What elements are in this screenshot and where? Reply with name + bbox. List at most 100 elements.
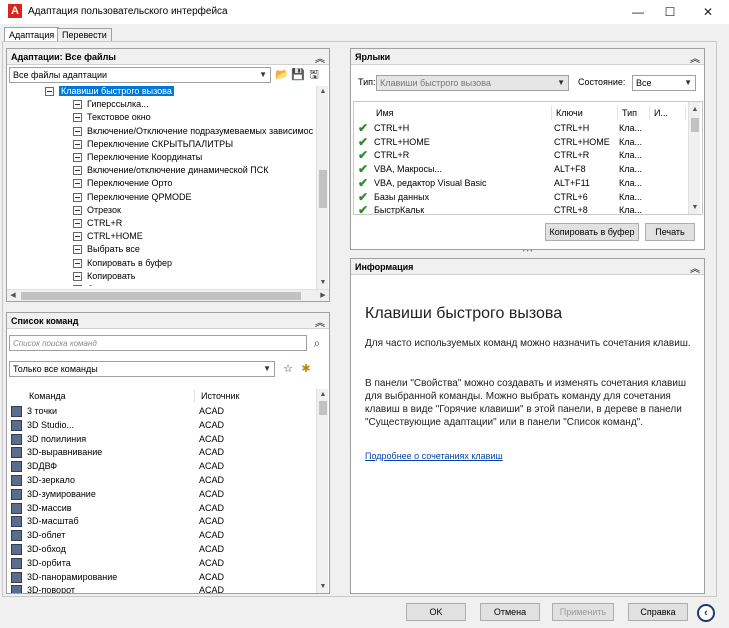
learn-more-link[interactable]: Подробнее о сочетаниях клавиш [365, 451, 503, 461]
command-name: 3D-зумирование [27, 488, 96, 499]
help-button[interactable]: Справка [628, 603, 688, 621]
scroll-down-icon[interactable]: ▼ [317, 581, 329, 593]
column-header-keys[interactable]: Ключи [552, 106, 618, 120]
scroll-right-icon[interactable]: ▶ [317, 290, 329, 302]
shortcut-keys: ALT+F11 [554, 177, 590, 188]
command-row[interactable]: 3D-масштаб ACAD [7, 515, 317, 529]
scroll-down-icon[interactable]: ▼ [317, 277, 329, 289]
column-header-name[interactable]: Имя [372, 106, 552, 120]
shortcuts-scrollbar[interactable]: ▲ ▼ [688, 102, 700, 214]
command-row[interactable]: 3D-облет ACAD [7, 529, 317, 543]
scroll-up-icon[interactable]: ▲ [317, 86, 329, 98]
new-command-icon[interactable]: ✱ [299, 362, 313, 376]
star-search-icon[interactable]: ☆ [281, 362, 295, 376]
minimize-button[interactable]: — [620, 2, 656, 22]
command-row[interactable]: 3D-зумирование ACAD [7, 488, 317, 502]
column-header-more[interactable]: И... [650, 106, 686, 120]
tree-item-label: Создать [87, 284, 121, 286]
shortcut-row[interactable]: ✔ VBA, редактор Visual Basic ALT+F11 Кла... [354, 175, 688, 191]
collapse-icon[interactable]: ︽ [690, 260, 700, 275]
scroll-thumb[interactable] [319, 170, 327, 208]
ok-button[interactable]: OK [406, 603, 466, 621]
command-name: 3D-панорамирование [27, 571, 118, 582]
search-icon[interactable]: ⌕ [310, 336, 324, 350]
tree-item-label: Отрезок [87, 204, 121, 215]
shortcuts-panel-header: Ярлыки ︽ [351, 49, 704, 65]
scroll-thumb[interactable] [691, 118, 699, 132]
command-row[interactable]: 3D-обход ACAD [7, 543, 317, 557]
command-node-icon [73, 258, 82, 268]
command-node-icon [73, 100, 82, 110]
command-icon [11, 447, 22, 459]
state-dropdown[interactable]: Все ▼ [632, 75, 696, 91]
command-row[interactable]: 3D-выравнивание ACAD [7, 446, 317, 460]
maximize-button[interactable]: ☐ [652, 2, 688, 22]
title-bar: A Адаптация пользовательского интерфейса… [0, 0, 729, 24]
chevron-down-icon: ▼ [263, 364, 271, 373]
copy-to-clipboard-button[interactable]: Копировать в буфер [545, 223, 639, 241]
shortcut-row[interactable]: ✔ CTRL+R CTRL+R Кла... [354, 148, 688, 163]
command-row[interactable]: 3D-орбита ACAD [7, 557, 317, 571]
shortcut-row[interactable]: ✔ VBA, Макросы... ALT+F8 Кла... [354, 162, 688, 177]
column-header-command[interactable]: Команда [25, 389, 195, 403]
type-dropdown[interactable]: Клавиши быстрого вызова ▼ [376, 75, 569, 91]
save-as-icon[interactable]: 🖫 [307, 68, 321, 82]
command-row[interactable]: 3D полилиния ACAD [7, 433, 317, 447]
collapse-window-icon[interactable]: ‹ [697, 604, 715, 622]
collapse-icon[interactable]: ︽ [690, 50, 700, 65]
apply-button[interactable]: Применить [552, 603, 614, 621]
close-button[interactable]: ✕ [690, 2, 726, 22]
scroll-down-icon[interactable]: ▼ [689, 202, 701, 214]
chevron-down-icon: ▼ [557, 78, 565, 87]
command-row[interactable]: 3D-массив ACAD [7, 502, 317, 516]
scroll-left-icon[interactable]: ◀ [7, 290, 19, 302]
collapse-icon[interactable]: ︽ [315, 314, 325, 329]
tree-horizontal-scrollbar[interactable]: ◀ ▶ [7, 289, 329, 301]
cancel-button[interactable]: Отмена [480, 603, 540, 621]
save-icon[interactable]: 💾 [291, 68, 305, 82]
customizations-panel: Адаптации: Все файлы ︽ Все файлы адаптац… [6, 48, 330, 302]
column-header-source[interactable]: Источник [197, 389, 317, 403]
command-filter-dropdown[interactable]: Только все команды ▼ [9, 361, 275, 377]
print-button[interactable]: Печать [645, 223, 695, 241]
command-row[interactable]: 3D-зеркало ACAD [7, 474, 317, 488]
command-list-scrollbar[interactable]: ▲ ▼ [316, 389, 328, 593]
shortcut-name: БыстрКальк [374, 205, 425, 214]
command-row[interactable]: 3D-панорамирование ACAD [7, 571, 317, 585]
tree-item-label: Гиперссылка... [87, 99, 149, 110]
command-node-icon [73, 192, 82, 202]
scroll-thumb[interactable] [319, 401, 327, 415]
column-header-type[interactable]: Тип [618, 106, 650, 120]
command-search-input[interactable] [10, 336, 306, 350]
command-name: 3D-обход [27, 544, 66, 554]
checkmark-icon: ✔ [358, 175, 369, 190]
command-row[interactable]: 3D Studio... ACAD [7, 419, 317, 433]
command-row[interactable]: 3 точки ACAD [7, 405, 317, 419]
command-row[interactable]: 3DДВФ ACAD [7, 460, 317, 474]
shortcut-row[interactable]: ✔ CTRL+H CTRL+H Кла... [354, 122, 688, 136]
tab-transfer[interactable]: Перевести [57, 28, 112, 42]
command-node-icon [73, 271, 82, 281]
info-heading: Клавиши быстрого вызова [365, 305, 563, 322]
command-source: ACAD [199, 571, 225, 582]
command-row[interactable]: 3D-поворот ACAD [7, 584, 317, 593]
information-panel-title: Информация [355, 262, 414, 272]
tree-vertical-scrollbar[interactable]: ▲ ▼ [316, 86, 328, 289]
shortcut-keys: CTRL+6 [554, 191, 588, 202]
scroll-thumb[interactable] [21, 292, 301, 300]
scroll-up-icon[interactable]: ▲ [689, 104, 701, 116]
command-icon [11, 557, 22, 569]
panel-splitter[interactable]: • • • [350, 249, 705, 255]
chevron-down-icon: ▼ [684, 78, 692, 87]
shortcut-row[interactable]: ✔ Базы данных CTRL+6 Кла... [354, 190, 688, 205]
open-file-icon[interactable]: 📂 [275, 68, 289, 82]
expand-icon[interactable] [45, 87, 54, 96]
shortcut-row[interactable]: ✔ CTRL+HOME CTRL+HOME Кла... [354, 135, 688, 150]
scroll-up-icon[interactable]: ▲ [317, 389, 329, 401]
command-name: 3D-массив [27, 502, 72, 513]
shortcut-row[interactable]: ✔ БыстрКальк CTRL+8 Кла... [354, 203, 688, 214]
collapse-icon[interactable]: ︽ [315, 50, 325, 65]
command-source: ACAD [199, 585, 225, 593]
customization-files-dropdown[interactable]: Все файлы адаптации ▼ [9, 67, 271, 83]
tree-item-label: Включение/отключение динамической ПСК [87, 165, 269, 176]
